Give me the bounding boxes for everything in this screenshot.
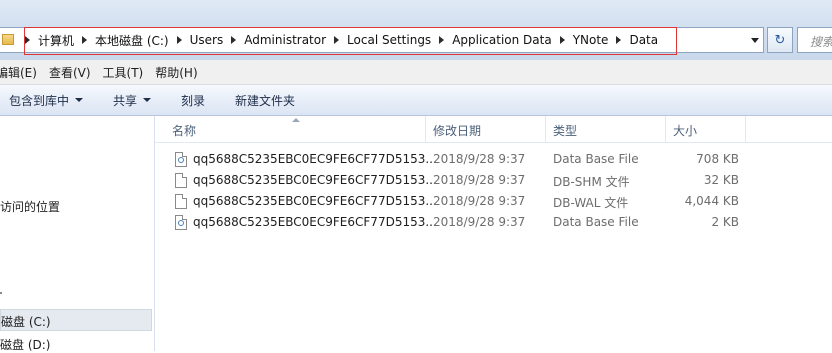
navigation-pane: 访问的位置 磁盘 (C:) 磁盘 (D:) bbox=[0, 116, 155, 353]
file-row[interactable]: qq5688C5235EBC0EC9FE6CF77D5153... 2018/9… bbox=[155, 170, 832, 191]
breadcrumb-administrator[interactable]: Administrator bbox=[244, 33, 326, 47]
file-size: 2 KB bbox=[711, 215, 739, 229]
search-placeholder: 搜索 bbox=[810, 35, 832, 49]
share-button[interactable]: 共享 bbox=[113, 92, 152, 109]
file-type: Data Base File bbox=[553, 152, 639, 166]
file-date: 2018/9/28 9:37 bbox=[433, 194, 526, 208]
breadcrumb-separator-icon[interactable] bbox=[334, 36, 340, 44]
file-list: 名称 修改日期 类型 大小 qq5688C5235EBC0EC9FE6CF77D… bbox=[155, 116, 832, 351]
chevron-down-icon bbox=[143, 98, 152, 102]
breadcrumb-local-disk-c[interactable]: 本地磁盘 (C:) bbox=[95, 32, 169, 49]
breadcrumb-separator-icon[interactable] bbox=[25, 36, 30, 44]
breadcrumb-separator-icon[interactable] bbox=[439, 36, 445, 44]
column-header-date[interactable]: 修改日期 bbox=[433, 122, 481, 139]
breadcrumb-computer[interactable]: 计算机 bbox=[38, 32, 74, 49]
burn-button[interactable]: 刻录 bbox=[181, 92, 205, 109]
address-bar[interactable]: 计算机 本地磁盘 (C:) Users Administrator Local … bbox=[0, 27, 764, 53]
breadcrumb-users[interactable]: Users bbox=[190, 33, 224, 47]
breadcrumb-local-settings[interactable]: Local Settings bbox=[347, 33, 431, 47]
breadcrumb-separator-icon[interactable] bbox=[231, 36, 237, 44]
menu-edit[interactable]: 编辑(E) bbox=[0, 64, 43, 81]
breadcrumb-separator-icon[interactable] bbox=[616, 36, 622, 44]
file-row[interactable]: qq5688C5235EBC0EC9FE6CF77D5153... 2018/9… bbox=[155, 191, 832, 212]
column-divider[interactable] bbox=[665, 116, 666, 142]
file-size: 708 KB bbox=[696, 152, 739, 166]
share-label: 共享 bbox=[113, 93, 138, 108]
file-name: qq5688C5235EBC0EC9FE6CF77D5153... bbox=[193, 152, 437, 166]
blank-file-icon bbox=[175, 194, 187, 209]
file-type: DB-WAL 文件 bbox=[553, 196, 629, 210]
include-in-library-label: 包含到库中 bbox=[9, 93, 70, 108]
breadcrumb-ynote[interactable]: YNote bbox=[573, 33, 609, 47]
file-type: Data Base File bbox=[553, 215, 639, 229]
file-date: 2018/9/28 9:37 bbox=[433, 215, 526, 229]
file-name: qq5688C5235EBC0EC9FE6CF77D5153... bbox=[193, 215, 437, 229]
file-row[interactable]: qq5688C5235EBC0EC9FE6CF77D5153... 2018/9… bbox=[155, 149, 832, 170]
file-size: 4,044 KB bbox=[684, 194, 739, 208]
database-file-icon bbox=[175, 152, 187, 167]
chevron-down-icon bbox=[75, 98, 84, 102]
sort-ascending-icon bbox=[292, 118, 300, 122]
explorer-top-area: 计算机 本地磁盘 (C:) Users Administrator Local … bbox=[0, 0, 832, 60]
menu-tools[interactable]: 工具(T) bbox=[97, 64, 150, 81]
menu-help[interactable]: 帮助(H) bbox=[149, 64, 203, 81]
include-in-library-button[interactable]: 包含到库中 bbox=[9, 92, 84, 109]
burn-label: 刻录 bbox=[181, 93, 206, 108]
breadcrumb-data[interactable]: Data bbox=[629, 33, 658, 47]
file-name: qq5688C5235EBC0EC9FE6CF77D5153... bbox=[193, 173, 437, 187]
database-file-icon bbox=[175, 215, 187, 230]
file-date: 2018/9/28 9:37 bbox=[433, 173, 526, 187]
blank-file-icon bbox=[175, 173, 187, 188]
column-header-type[interactable]: 类型 bbox=[553, 122, 577, 139]
menu-view[interactable]: 查看(V) bbox=[43, 64, 97, 81]
breadcrumb-separator-icon[interactable] bbox=[82, 36, 88, 44]
file-date: 2018/9/28 9:37 bbox=[433, 152, 526, 166]
file-size: 32 KB bbox=[703, 173, 739, 187]
file-row[interactable]: qq5688C5235EBC0EC9FE6CF77D5153... 2018/9… bbox=[155, 212, 832, 233]
breadcrumb-separator-icon[interactable] bbox=[559, 36, 565, 44]
menu-bar: 编辑(E) 查看(V) 工具(T) 帮助(H) bbox=[0, 60, 832, 85]
folder-icon bbox=[2, 34, 14, 45]
command-bar: 包含到库中 共享 刻录 新建文件夹 bbox=[0, 85, 832, 116]
nav-item-local-disk-d[interactable]: 磁盘 (D:) bbox=[0, 336, 50, 353]
refresh-icon: ↻ bbox=[774, 32, 786, 48]
new-folder-button[interactable]: 新建文件夹 bbox=[235, 92, 295, 109]
column-divider[interactable] bbox=[545, 116, 546, 142]
address-history-dropdown-icon[interactable] bbox=[751, 38, 759, 43]
refresh-button[interactable]: ↻ bbox=[767, 27, 793, 53]
column-divider[interactable] bbox=[745, 116, 746, 142]
file-name: qq5688C5235EBC0EC9FE6CF77D5153... bbox=[193, 194, 437, 208]
column-header-size[interactable]: 大小 bbox=[673, 122, 697, 139]
search-input[interactable]: 搜索 bbox=[797, 27, 832, 53]
tree-dot bbox=[0, 292, 2, 294]
breadcrumb-application-data[interactable]: Application Data bbox=[452, 33, 552, 47]
nav-item-recent-places[interactable]: 访问的位置 bbox=[0, 198, 60, 215]
column-divider[interactable] bbox=[425, 116, 426, 142]
nav-item-local-disk-c[interactable]: 磁盘 (C:) bbox=[0, 309, 152, 331]
column-header-name[interactable]: 名称 bbox=[172, 122, 196, 139]
new-folder-label: 新建文件夹 bbox=[235, 93, 296, 108]
breadcrumb: 计算机 本地磁盘 (C:) Users Administrator Local … bbox=[17, 28, 658, 52]
breadcrumb-separator-icon[interactable] bbox=[176, 36, 182, 44]
file-type: DB-SHM 文件 bbox=[553, 175, 630, 189]
nav-item-local-disk-c-label: 磁盘 (C:) bbox=[1, 315, 51, 329]
column-header-row: 名称 修改日期 类型 大小 bbox=[155, 116, 832, 143]
